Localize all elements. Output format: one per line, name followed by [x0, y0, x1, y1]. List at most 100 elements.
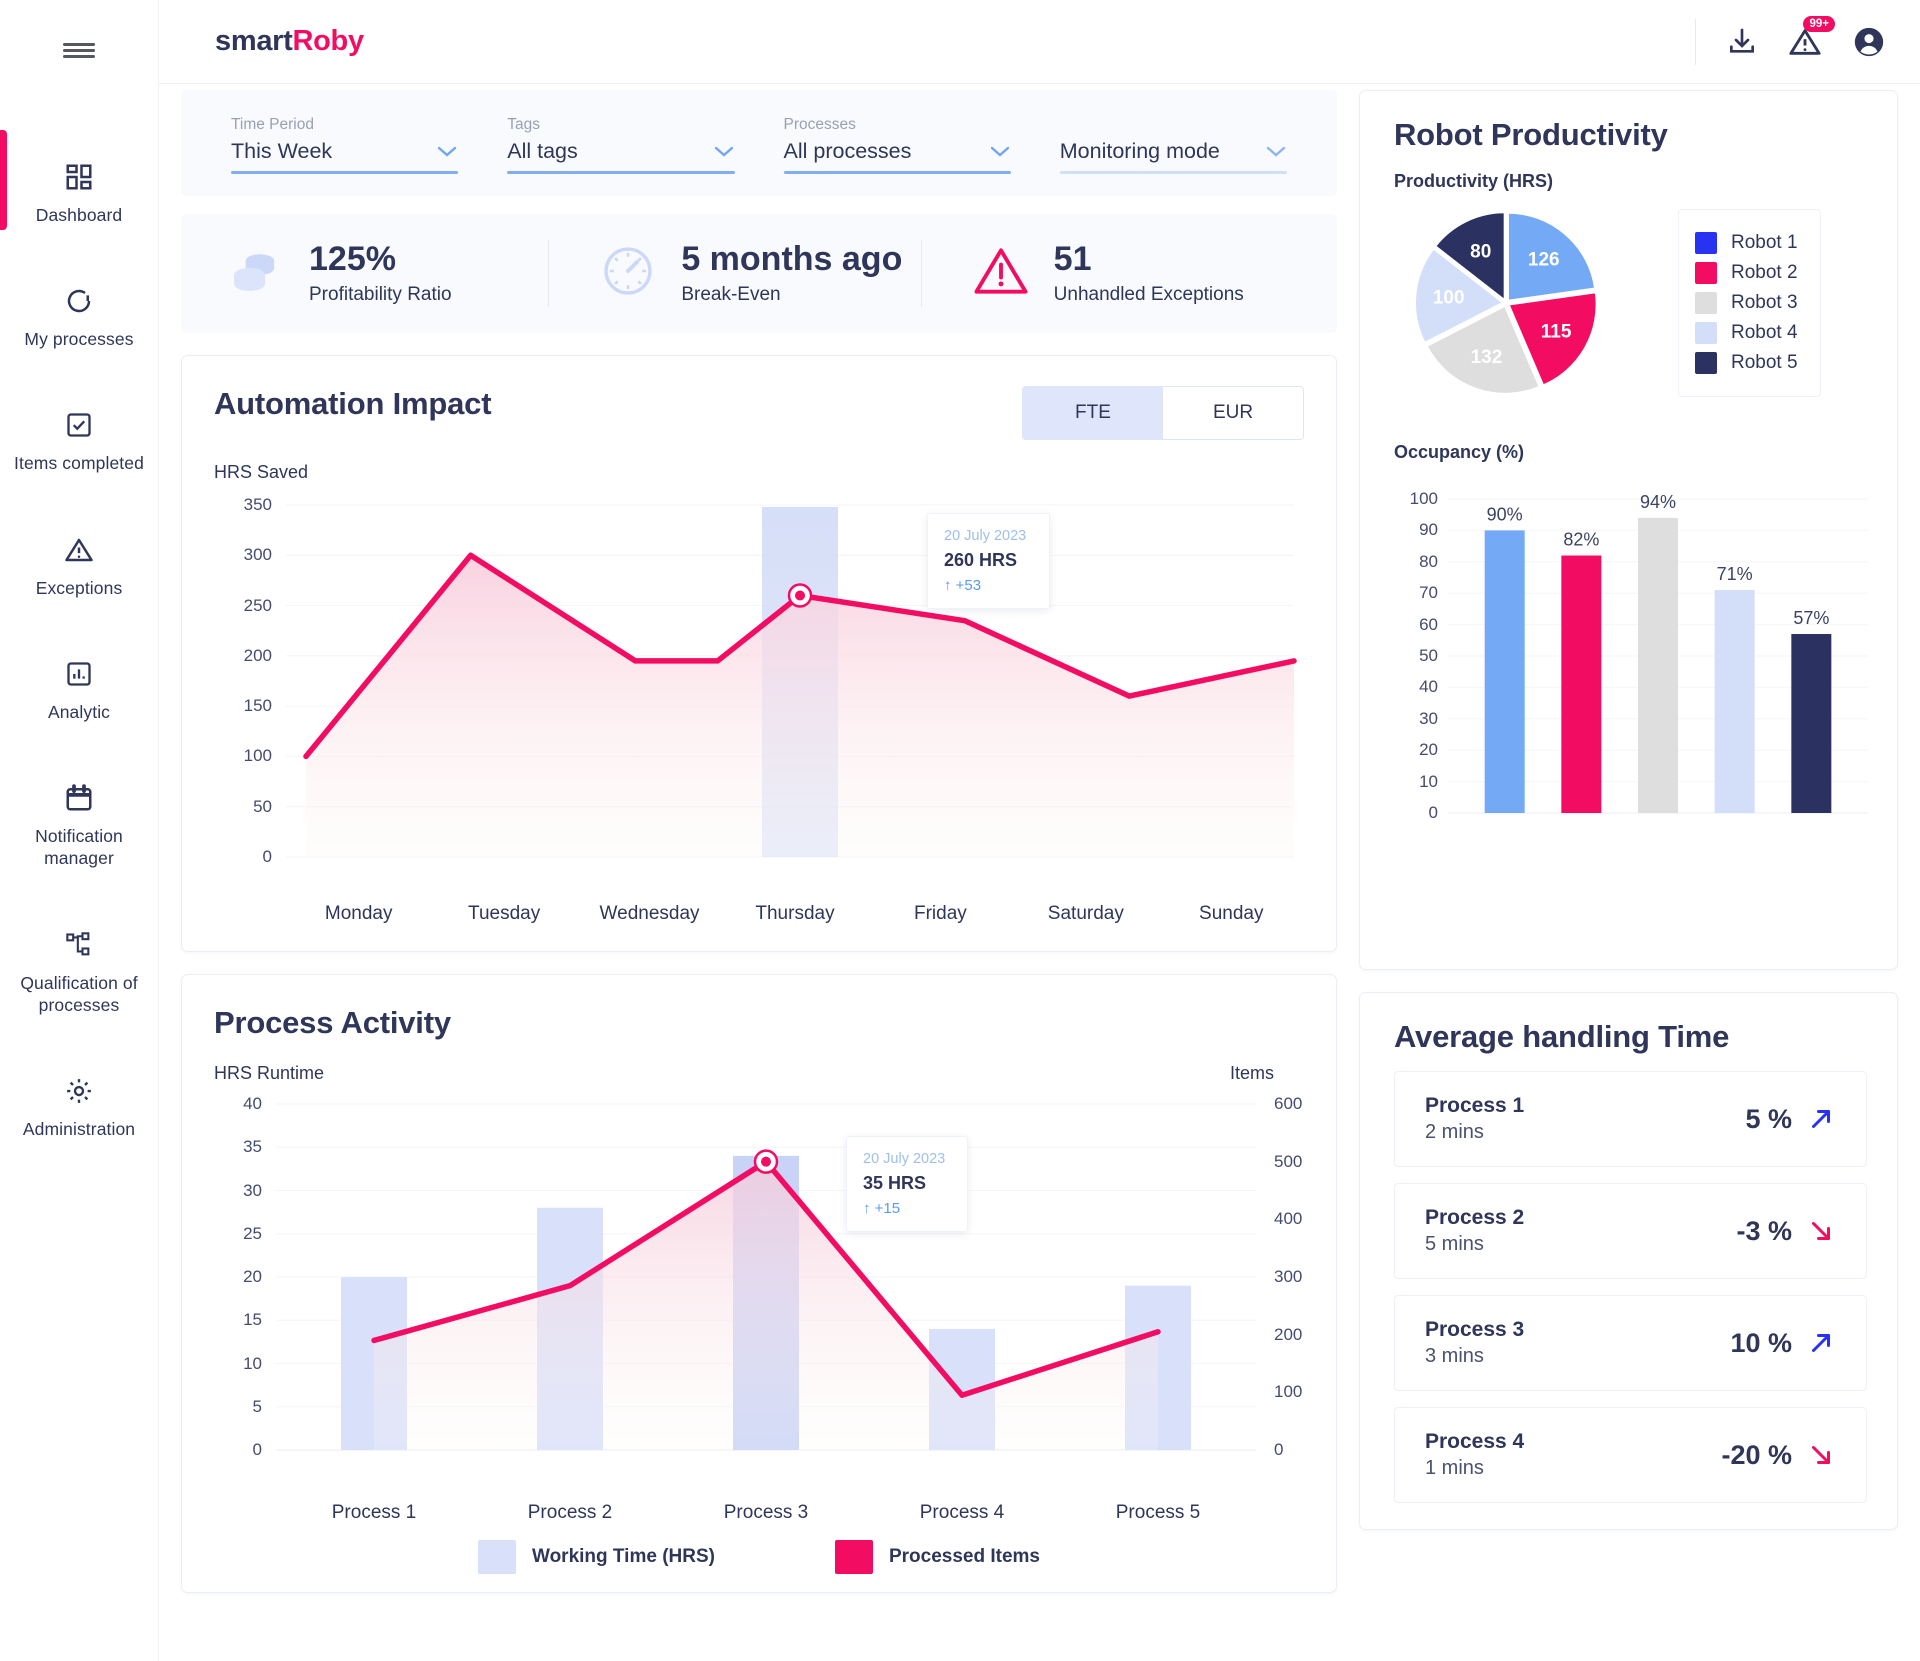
filter-value: This Week — [231, 139, 333, 163]
process-activity-x-axis: Process 1 Process 2 Process 3 Process 4 Proc… — [276, 1502, 1256, 1524]
aht-percent: 5 % — [1745, 1103, 1792, 1134]
warning-triangle-icon — [64, 533, 94, 567]
robot-productivity-title: Robot Productivity — [1394, 117, 1668, 152]
axis-tick-label: 200 — [1274, 1324, 1303, 1344]
sidebar-item-analytic[interactable]: Analytic — [0, 641, 158, 739]
axis-tick-label: 100 — [1409, 489, 1438, 508]
filter-value: All tags — [507, 139, 578, 163]
tooltip-value: 35 HRS — [863, 1173, 927, 1193]
legend-item[interactable]: Robot 2 — [1695, 262, 1798, 284]
aht-row[interactable]: Process 1 2 mins 5 % — [1394, 1071, 1867, 1167]
axis-tick-label: 600 — [1274, 1094, 1303, 1113]
axis-tick-label: Process 1 — [331, 1502, 417, 1523]
legend-item[interactable]: Robot 3 — [1695, 292, 1798, 314]
aht-row[interactable]: Process 2 5 mins -3 % — [1394, 1183, 1867, 1279]
sidebar-item-qualification-of-processes[interactable]: Qualification of processes — [0, 912, 158, 1032]
axis-tick-label: Wednesday — [599, 903, 700, 924]
axis-tick-label: 500 — [1274, 1151, 1303, 1171]
kpi-unhandled-exceptions: 51 Unhandled Exceptions — [920, 240, 1293, 307]
axis-tick-label: 30 — [243, 1180, 262, 1200]
chevron-down-icon[interactable] — [436, 142, 458, 162]
process-activity-right-axis-label: Items — [1229, 1063, 1274, 1083]
axis-tick-label: 25 — [243, 1223, 262, 1243]
tooltip-delta: ↑ +53 — [944, 577, 982, 594]
pie-slice-label: 100 — [1433, 288, 1465, 309]
brand-logo-part1: smart — [215, 25, 293, 57]
filter-monitoring-mode[interactable]: Monitoring mode — [1059, 134, 1287, 174]
user-avatar-icon[interactable] — [1852, 25, 1886, 59]
axis-tick-label: Friday — [914, 903, 967, 924]
kpi-label: Break-Even — [681, 283, 781, 305]
legend-label: Robot 3 — [1731, 292, 1798, 313]
sidebar-item-items-completed[interactable]: Items completed — [0, 392, 158, 490]
axis-tick-label: 0 — [1274, 1440, 1284, 1459]
axis-tick-label: 40 — [243, 1094, 262, 1113]
axis-tick-label: 0 — [262, 847, 272, 866]
legend-item[interactable]: Robot 1 — [1695, 232, 1798, 254]
axis-tick-label: 10 — [1419, 771, 1438, 791]
legend-item[interactable]: Robot 5 — [1695, 352, 1798, 374]
legend-item-working-time[interactable]: Working Time (HRS) — [477, 1540, 715, 1574]
axis-tick-label: 300 — [1274, 1267, 1303, 1286]
axis-tick-label: Tuesday — [468, 903, 541, 924]
legend-label: Working Time (HRS) — [531, 1546, 715, 1567]
bar-value-label: 90% — [1487, 504, 1523, 524]
axis-tick-label: 30 — [1419, 708, 1438, 728]
toggle-option-eur[interactable]: EUR — [1163, 387, 1303, 439]
axis-tick-label: 40 — [1419, 677, 1438, 697]
process-activity-legend: Working Time (HRS) Processed Items — [214, 1540, 1304, 1574]
legend-item[interactable]: Robot 4 — [1695, 322, 1798, 344]
sidebar-item-administration[interactable]: Administration — [0, 1058, 158, 1156]
axis-tick-label: 20 — [243, 1267, 262, 1286]
sidebar-item-label: My processes — [24, 329, 134, 350]
arrow-down-right-icon — [1812, 1222, 1830, 1240]
aht-process-name: Process 4 — [1425, 1430, 1525, 1453]
legend-swatch — [1695, 262, 1717, 284]
legend-label: Robot 1 — [1731, 232, 1798, 253]
occupancy-plot: 90% 82% 94% 71% 57% — [1448, 492, 1868, 814]
axis-tick-label: 60 — [1419, 614, 1438, 634]
chevron-down-icon[interactable] — [1265, 142, 1287, 162]
aht-process-name: Process 1 — [1425, 1094, 1525, 1117]
alerts-icon[interactable]: 99+ — [1788, 15, 1835, 59]
toggle-option-fte[interactable]: FTE — [1023, 387, 1163, 439]
axis-tick-label: 80 — [1419, 551, 1438, 571]
app-header: smartRoby 99+ — [159, 0, 1920, 84]
chevron-down-icon[interactable] — [989, 142, 1011, 162]
filter-bar: Time Period This Week Tags All tags Proc… — [181, 90, 1337, 196]
aht-row[interactable]: Process 3 3 mins 10 % — [1394, 1295, 1867, 1391]
kpi-bar: 125% Profitability Ratio 5 months ago Br… — [181, 214, 1337, 333]
legend-item-processed-items[interactable]: Processed Items — [834, 1540, 1040, 1574]
sidebar-item-dashboard[interactable]: Dashboard — [0, 129, 158, 242]
automation-impact-plot — [286, 504, 1297, 858]
chevron-down-icon[interactable] — [713, 142, 735, 162]
axis-tick-label: Thursday — [755, 903, 835, 924]
filter-label: Time Period — [231, 116, 314, 133]
filter-time-period[interactable]: Time Period This Week — [231, 116, 459, 174]
process-activity-title: Process Activity — [214, 1005, 451, 1040]
average-handling-time-panel: Average handling Time Process 1 2 mins 5 %… — [1359, 992, 1898, 1530]
filter-processes[interactable]: Processes All processes — [783, 116, 1011, 174]
filter-value: Monitoring mode — [1059, 139, 1220, 163]
fte-eur-toggle[interactable]: FTE EUR — [1022, 386, 1304, 440]
hamburger-menu-icon[interactable] — [0, 14, 158, 86]
bar-value-label: 94% — [1640, 492, 1676, 512]
legend-label: Processed Items — [888, 1546, 1040, 1567]
axis-tick-label: 90 — [1419, 520, 1438, 540]
filter-underline — [1059, 171, 1287, 174]
legend-swatch — [834, 1540, 873, 1574]
sidebar-item-label: Qualification of processes — [20, 972, 138, 1015]
sidebar-item-notification-manager[interactable]: Notification manager — [0, 765, 158, 885]
legend-label: Robot 5 — [1731, 352, 1798, 373]
sidebar-item-exceptions[interactable]: Exceptions — [0, 517, 158, 615]
download-icon[interactable] — [1726, 26, 1758, 58]
sidebar-item-label: Analytic — [47, 701, 111, 722]
speedometer-icon — [597, 240, 659, 307]
occupancy-chart: 0 10 20 30 40 50 60 70 80 90 100 90% 82% 94% 71% 57% — [1394, 477, 1868, 857]
aht-row[interactable]: Process 4 1 mins -20 % — [1394, 1407, 1867, 1503]
sidebar-item-label: Notification manager — [35, 826, 123, 869]
productivity-legend: Robot 1 Robot 2 Robot 3 Robot 4 Robot 5 — [1678, 209, 1821, 397]
sidebar-item-my-processes[interactable]: My processes — [0, 268, 158, 366]
process-activity-tooltip: 20 July 2023 35 HRS ↑ +15 — [846, 1136, 968, 1232]
filter-tags[interactable]: Tags All tags — [507, 116, 735, 174]
